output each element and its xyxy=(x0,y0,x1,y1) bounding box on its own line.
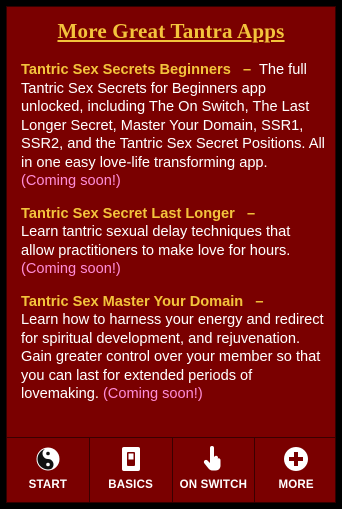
app-screen: More Great Tantra Apps Tantric Sex Secre… xyxy=(6,6,336,503)
tab-bar: START BASICS ON SWITCH MORE xyxy=(7,437,335,502)
hand-pointer-icon xyxy=(200,446,226,472)
yin-yang-icon xyxy=(35,446,61,472)
tab-on-switch[interactable]: ON SWITCH xyxy=(173,438,256,502)
coming-soon-label: (Coming soon!) xyxy=(102,386,203,402)
tab-more[interactable]: MORE xyxy=(255,438,335,502)
entry-description: Learn tantric sexual delay techniques th… xyxy=(21,224,291,259)
tab-label: ON SWITCH xyxy=(179,479,248,491)
app-entry-master-your-domain[interactable]: Tantric Sex Master Your Domain – Learn h… xyxy=(21,293,325,404)
entry-description: The full Tantric Sex Secrets for Beginne… xyxy=(21,62,325,171)
page-title: More Great Tantra Apps xyxy=(57,19,285,43)
app-list[interactable]: Tantric Sex Secrets Beginners – The full… xyxy=(21,61,325,418)
entry-separator: – xyxy=(242,62,252,78)
tab-label: MORE xyxy=(278,479,314,491)
tab-start[interactable]: START xyxy=(7,438,90,502)
entry-separator: – xyxy=(255,293,264,310)
app-entry-last-longer[interactable]: Tantric Sex Secret Last Longer – Learn t… xyxy=(21,205,325,279)
plus-circle-icon xyxy=(283,446,309,472)
entry-separator: – xyxy=(247,205,256,222)
entry-title[interactable]: Tantric Sex Secrets Beginners xyxy=(21,62,231,78)
tab-label: BASICS xyxy=(108,479,153,491)
tab-label: START xyxy=(28,479,68,491)
entry-title[interactable]: Tantric Sex Secret Last Longer xyxy=(21,206,235,222)
coming-soon-label: (Coming soon!) xyxy=(21,261,121,277)
light-switch-icon xyxy=(118,446,144,472)
tab-basics[interactable]: BASICS xyxy=(90,438,173,502)
app-entry-beginners[interactable]: Tantric Sex Secrets Beginners – The full… xyxy=(21,61,325,191)
coming-soon-label: (Coming soon!) xyxy=(21,173,121,189)
entry-title[interactable]: Tantric Sex Master Your Domain xyxy=(21,294,243,310)
